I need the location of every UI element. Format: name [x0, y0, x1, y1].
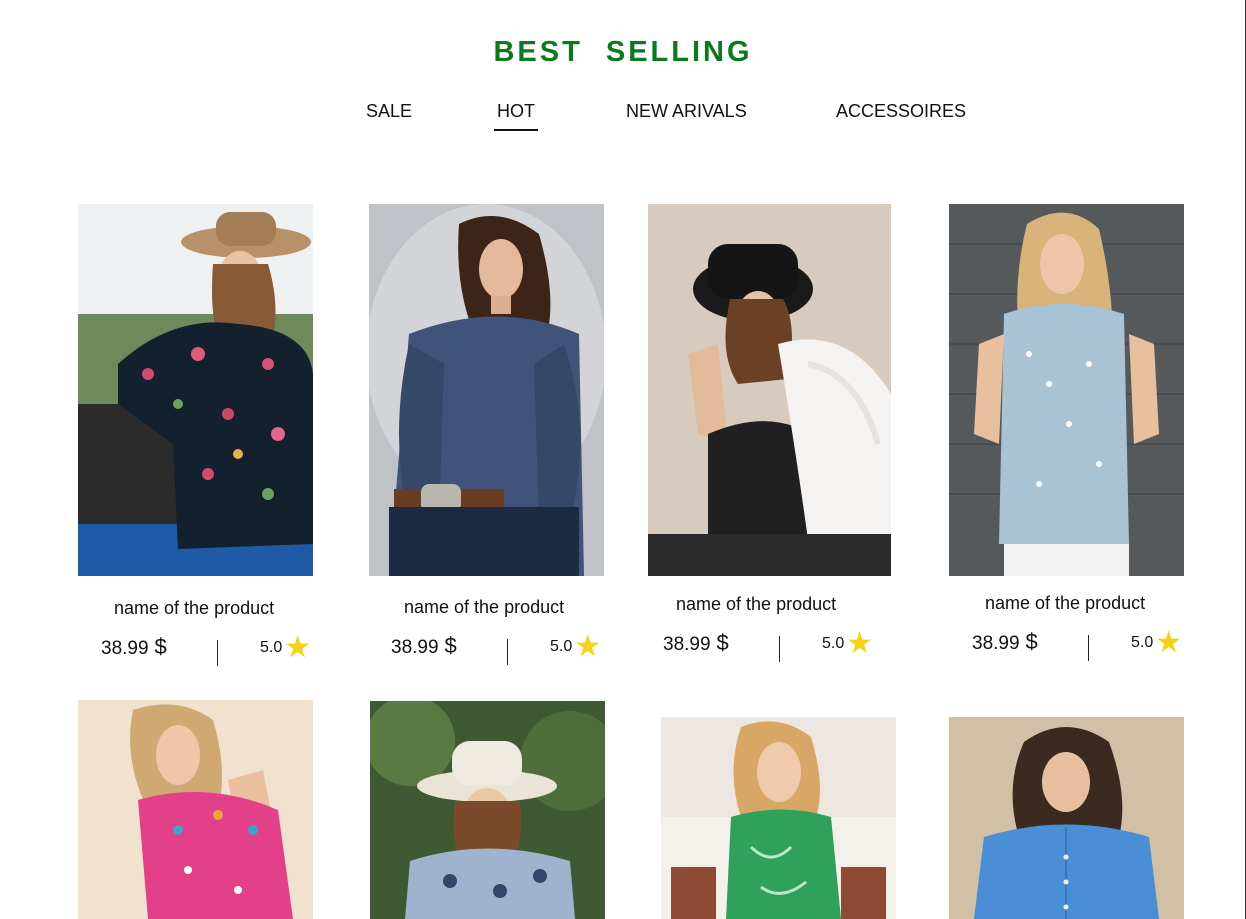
- product-image-4[interactable]: [949, 204, 1184, 576]
- star-icon: ★: [574, 630, 602, 663]
- star-icon: ★: [1155, 626, 1183, 659]
- star-icon: ★: [846, 627, 874, 660]
- rating-value: 5.0: [822, 635, 845, 652]
- product-name-3[interactable]: name of the product: [676, 594, 836, 615]
- currency-symbol: $: [1025, 629, 1038, 654]
- price-rating-divider: [507, 639, 508, 665]
- product-rating-1: 5.0 ★: [260, 631, 312, 664]
- rating-value: 5.0: [550, 638, 573, 655]
- product-image-1[interactable]: [78, 204, 313, 576]
- currency-symbol: $: [444, 633, 457, 658]
- currency-symbol: $: [716, 630, 729, 655]
- star-icon: ★: [284, 631, 312, 664]
- tab-accessoires[interactable]: ACCESSOIRES: [836, 101, 966, 122]
- price-value: 38.99: [663, 634, 711, 655]
- product-image-6[interactable]: [370, 701, 605, 919]
- product-rating-2: 5.0 ★: [550, 630, 602, 663]
- rating-value: 5.0: [1131, 634, 1154, 651]
- product-rating-4: 5.0 ★: [1131, 626, 1183, 659]
- price-value: 38.99: [101, 638, 149, 659]
- product-image-7[interactable]: [661, 717, 896, 919]
- tab-sale[interactable]: SALE: [366, 101, 412, 122]
- tab-hot[interactable]: HOT: [494, 101, 538, 131]
- product-name-4[interactable]: name of the product: [985, 593, 1145, 614]
- product-price-2: 38.99 $: [391, 633, 457, 659]
- price-value: 38.99: [391, 637, 439, 658]
- product-name-2[interactable]: name of the product: [404, 597, 564, 618]
- product-image-3[interactable]: [648, 204, 891, 576]
- tab-new-arivals[interactable]: NEW ARIVALS: [626, 101, 747, 122]
- currency-symbol: $: [154, 634, 167, 659]
- price-rating-divider: [217, 640, 218, 666]
- product-price-3: 38.99 $: [663, 630, 729, 656]
- rating-value: 5.0: [260, 639, 283, 656]
- product-image-2[interactable]: [369, 204, 604, 576]
- price-rating-divider: [1088, 635, 1089, 661]
- product-name-1[interactable]: name of the product: [114, 598, 274, 619]
- product-price-1: 38.99 $: [101, 634, 167, 660]
- product-price-4: 38.99 $: [972, 629, 1038, 655]
- product-image-8[interactable]: [949, 717, 1184, 919]
- price-value: 38.99: [972, 633, 1020, 654]
- section-title: BEST SELLING: [493, 36, 753, 68]
- product-image-5[interactable]: [78, 700, 313, 919]
- product-rating-3: 5.0 ★: [822, 627, 874, 660]
- price-rating-divider: [779, 636, 780, 662]
